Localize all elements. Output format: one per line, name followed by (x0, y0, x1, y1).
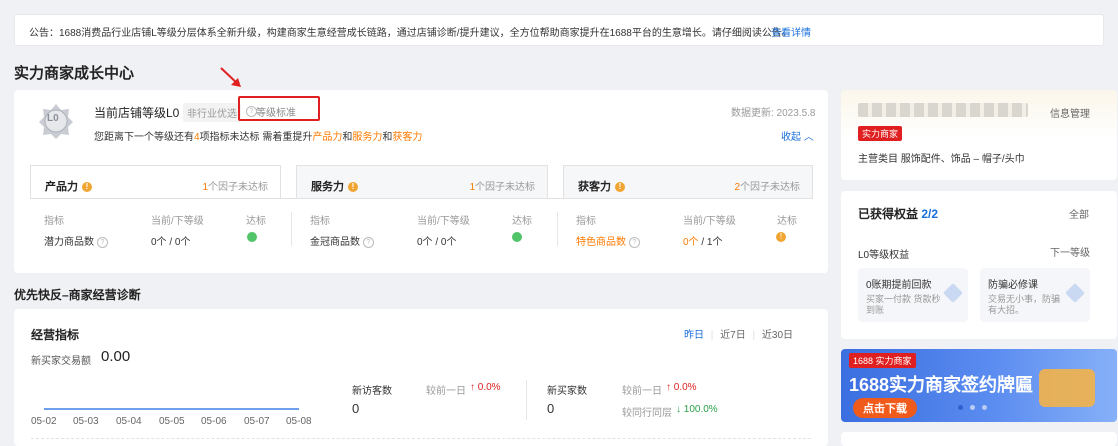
notice-bar: 公告：1688消费品行业店铺L等级分层体系全新升级，构建商家生意经营成长链路，通… (14, 14, 1104, 46)
benefits-all-link[interactable]: 全部 (1069, 206, 1089, 221)
info-icon: ! (615, 182, 625, 193)
banner-decoration (1039, 369, 1095, 407)
next-level-link[interactable]: 下一等级 (1050, 244, 1090, 259)
check-circle-icon (247, 232, 257, 242)
header-pass: 达标 (246, 216, 266, 227)
header-metric: 指标 (576, 216, 596, 227)
trend-line (44, 408, 299, 410)
shop-name-blurred (858, 103, 1028, 117)
visitors-compare-label: 较前一日 (426, 386, 466, 397)
metric-name: 金冠商品数? (310, 233, 374, 248)
data-update-time: 数据更新: 2023.5.8 (731, 108, 816, 119)
metric-name: 潜力商品数? (44, 233, 108, 248)
banner-title: 1688实力商家签约牌匾 (849, 375, 1034, 395)
x-label: 05-03 (73, 416, 99, 427)
current-level: 当前店铺等级L0 (94, 106, 180, 120)
buyers-delta: ↑ 0.0% (666, 382, 697, 393)
metric-name: 特色商品数? (576, 233, 640, 248)
next-card (841, 432, 1117, 446)
diagnosis-title: 优先快反–商家经营诊断 (14, 288, 141, 302)
notice-text: 公告：1688消费品行业店铺L等级分层体系全新升级，构建商家生意经营成长链路，通… (29, 28, 792, 39)
carousel-dot-active[interactable] (958, 405, 963, 410)
x-label: 05-05 (159, 416, 185, 427)
warning-circle-icon: ! (776, 232, 786, 242)
carousel-dot[interactable] (982, 405, 987, 410)
promo-banner[interactable]: 1688 实力商家 1688实力商家签约牌匾 点击下载 (841, 349, 1117, 422)
column-divider (291, 212, 292, 246)
help-icon: ? (629, 236, 640, 248)
help-icon: ? (97, 236, 108, 248)
chevron-up-icon: ︿ (803, 132, 814, 143)
banner-brand-tag: 1688 实力商家 (849, 353, 916, 368)
info-icon: ! (82, 182, 92, 193)
check-circle-icon (512, 232, 522, 242)
header-pass: 达标 (777, 216, 797, 227)
level-badge-text: L0 (47, 113, 59, 124)
x-label: 05-07 (244, 416, 270, 427)
range-30d[interactable]: 近30日 (762, 330, 793, 341)
collapse-button[interactable]: 收起 ︿ (781, 128, 814, 143)
level-standard-link[interactable]: 等级标准 (256, 104, 296, 119)
metric-value: 0个 / 1个 (683, 237, 723, 248)
metric-value: 0个 / 0个 (151, 237, 191, 248)
buyers-delta-2: ↓ 100.0% (676, 404, 718, 415)
gmv-label: 新买家交易额 (31, 356, 91, 367)
info-management-link[interactable]: 信息管理 (1050, 105, 1090, 120)
diamond-icon (1065, 283, 1085, 303)
x-label: 05-04 (116, 416, 142, 427)
tab-acquisition[interactable]: 获客力! 2个因子未达标 (563, 165, 813, 199)
date-range-switch: 昨日 | 近7日 | 近30日 (684, 330, 794, 341)
buyers-compare-label-2: 较同行同层 (622, 408, 672, 419)
benefit-item[interactable]: 0账期提前回款 买家一付款 货款秒到账 (858, 268, 968, 322)
benefit-item[interactable]: 防骗必修课 交易无小事，防骗有大招。 (980, 268, 1090, 322)
arrow-annotation-icon (220, 67, 241, 87)
column-divider (526, 380, 527, 420)
buyers-compare-label: 较前一日 (622, 386, 662, 397)
main-category: 主营类目 服饰配件、饰品 – 帽子/头巾 (858, 154, 1025, 165)
info-icon: ! (348, 182, 358, 193)
visitors-delta: ↑ 0.0% (470, 382, 501, 393)
dashed-divider (31, 438, 811, 439)
buyers-value: 0 (547, 401, 555, 416)
tab-product[interactable]: 产品力! 1个因子未达标 (30, 165, 281, 199)
gmv-value: 0.00 (101, 348, 131, 365)
x-label: 05-08 (286, 416, 312, 427)
header-current-next: 当前/下等级 (417, 216, 470, 227)
notice-details-link[interactable]: 查看详情 (771, 24, 811, 39)
buyers-label: 新买家数 (547, 386, 587, 397)
tabs-divider (30, 198, 813, 199)
visitors-value: 0 (352, 401, 360, 416)
page-title: 实力商家成长中心 (14, 65, 135, 82)
banner-download-button[interactable]: 点击下载 (853, 398, 917, 418)
industry-tag: 非行业优选 (183, 103, 241, 122)
ops-metrics-title: 经营指标 (31, 328, 80, 342)
benefits-level: L0等级权益 (858, 250, 910, 261)
column-divider (557, 212, 558, 246)
header-pass: 达标 (512, 216, 532, 227)
level-description: 您距离下一个等级还有4项指标未达标 需着重提升产品力和服务力和获客力 (94, 132, 423, 143)
diamond-icon (943, 283, 963, 303)
strength-merchant-tag: 实力商家 (858, 126, 903, 141)
benefits-title: 已获得权益 2/2 (858, 207, 939, 221)
help-icon: ? (363, 236, 374, 248)
header-metric: 指标 (44, 216, 64, 227)
tab-service[interactable]: 服务力! 1个因子未达标 (296, 165, 548, 199)
metric-value: 0个 / 0个 (417, 237, 457, 248)
x-label: 05-06 (201, 416, 227, 427)
x-label: 05-02 (31, 416, 57, 427)
range-7d[interactable]: 近7日 (720, 330, 746, 341)
visitors-label: 新访客数 (352, 386, 392, 397)
header-current-next: 当前/下等级 (151, 216, 204, 227)
range-yesterday[interactable]: 昨日 (684, 330, 704, 341)
header-metric: 指标 (310, 216, 330, 227)
header-current-next: 当前/下等级 (683, 216, 736, 227)
carousel-dot[interactable] (970, 405, 975, 410)
